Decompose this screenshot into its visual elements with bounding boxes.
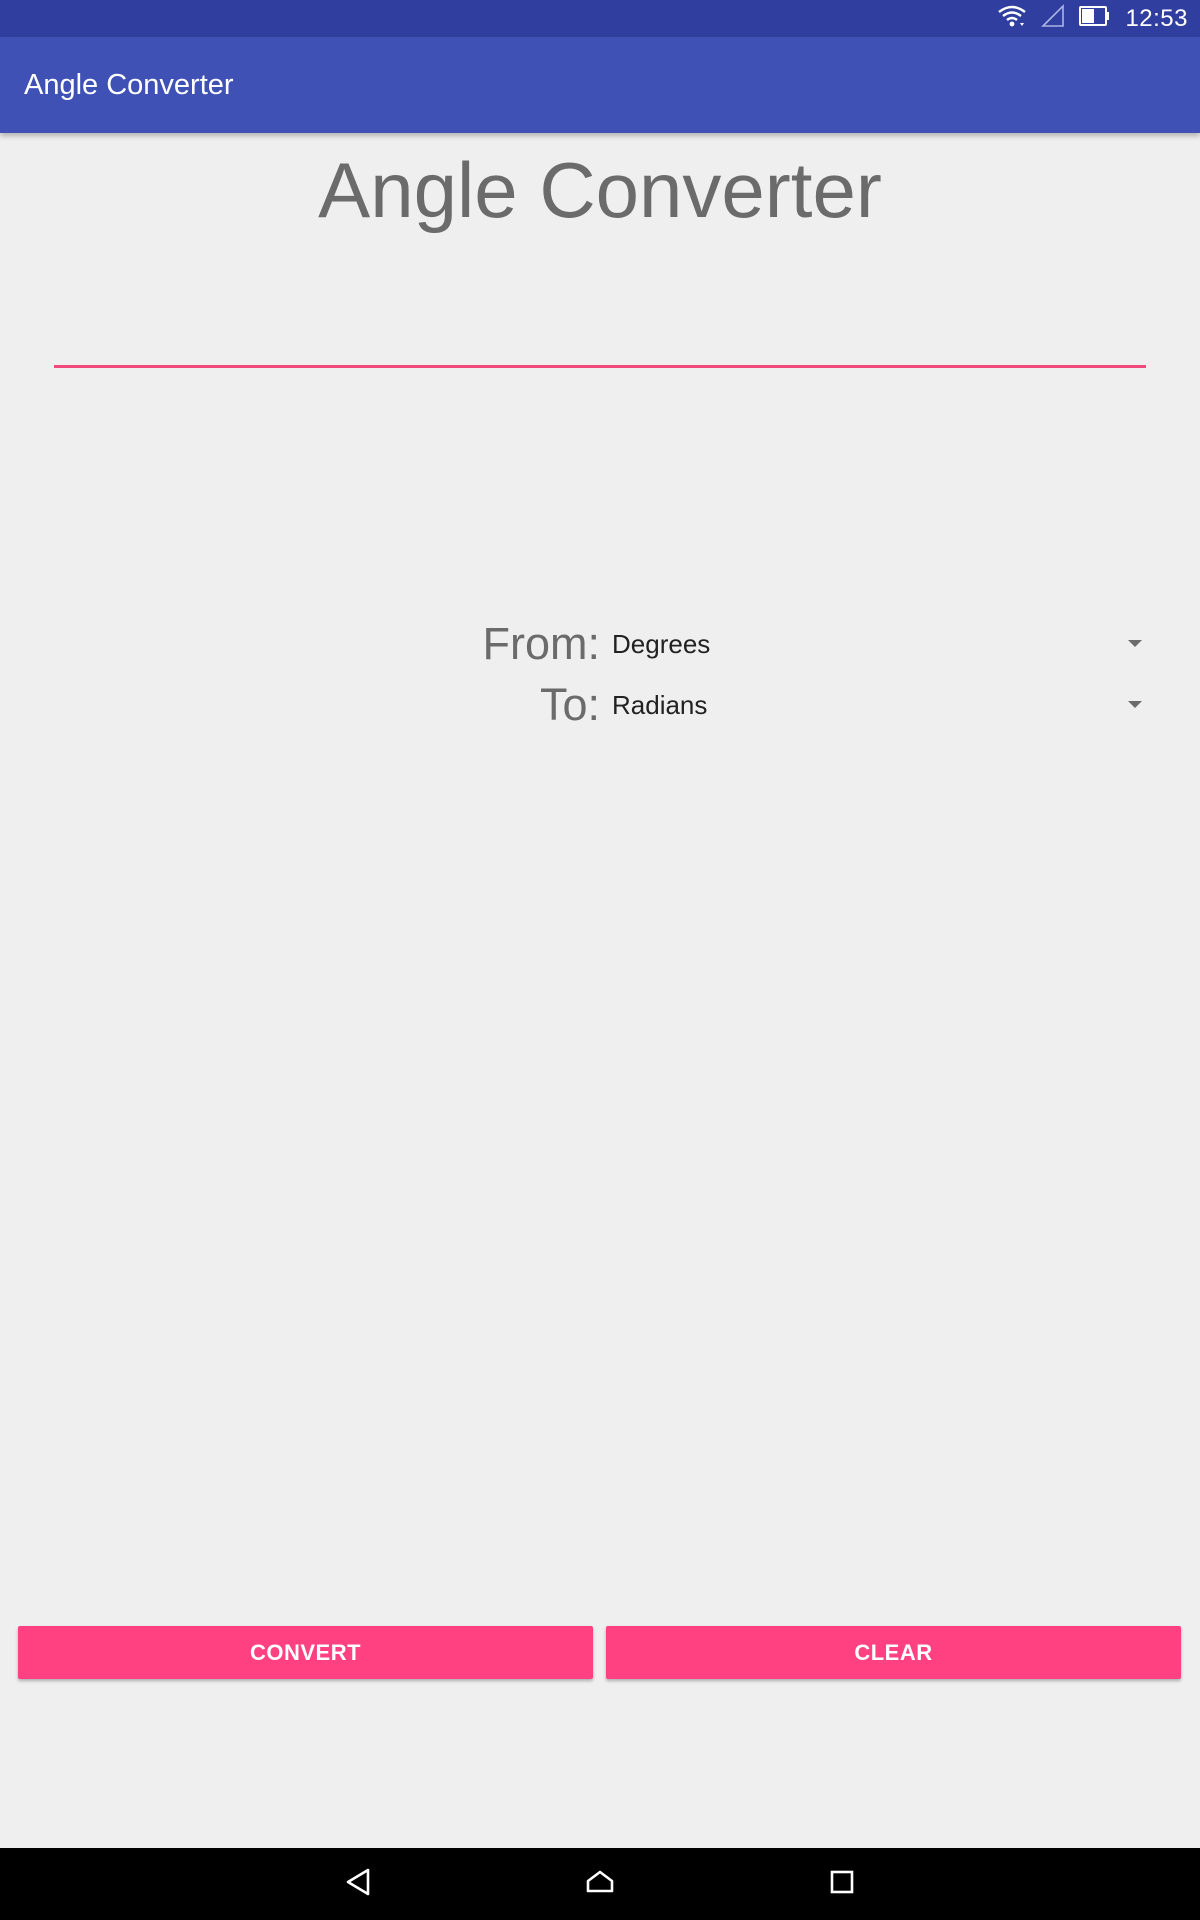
angle-input[interactable] [54, 300, 1146, 368]
from-row: From: Degrees [0, 614, 1200, 674]
back-button[interactable] [310, 1848, 406, 1920]
from-unit-value: Degrees [612, 629, 711, 659]
status-icons: 12:53 [997, 0, 1188, 37]
to-unit-value: Radians [612, 690, 708, 720]
clear-button[interactable]: CLEAR [606, 1626, 1181, 1679]
recents-icon [829, 1869, 855, 1900]
status-time: 12:53 [1125, 4, 1188, 32]
home-icon [585, 1869, 615, 1900]
dropdown-arrow-icon [1128, 640, 1142, 647]
cellular-signal-icon [1041, 4, 1065, 33]
from-label: From: [482, 618, 601, 669]
wifi-icon [997, 3, 1027, 34]
app-bar-title: Angle Converter [24, 69, 234, 101]
convert-button[interactable]: CONVERT [18, 1626, 593, 1679]
back-icon [344, 1867, 372, 1902]
navigation-bar [0, 1848, 1200, 1920]
page-heading: Angle Converter [318, 146, 882, 234]
to-unit-dropdown[interactable]: Radians [612, 675, 1150, 735]
from-unit-dropdown[interactable]: Degrees [612, 614, 1150, 674]
dropdown-arrow-icon [1128, 701, 1142, 708]
to-label: To: [539, 679, 600, 730]
status-bar: 12:53 [0, 0, 1200, 37]
app-bar: Angle Converter [0, 37, 1200, 133]
battery-icon [1079, 5, 1111, 32]
home-button[interactable] [552, 1848, 648, 1920]
recents-button[interactable] [794, 1848, 890, 1920]
to-row: To: Radians [0, 675, 1200, 735]
